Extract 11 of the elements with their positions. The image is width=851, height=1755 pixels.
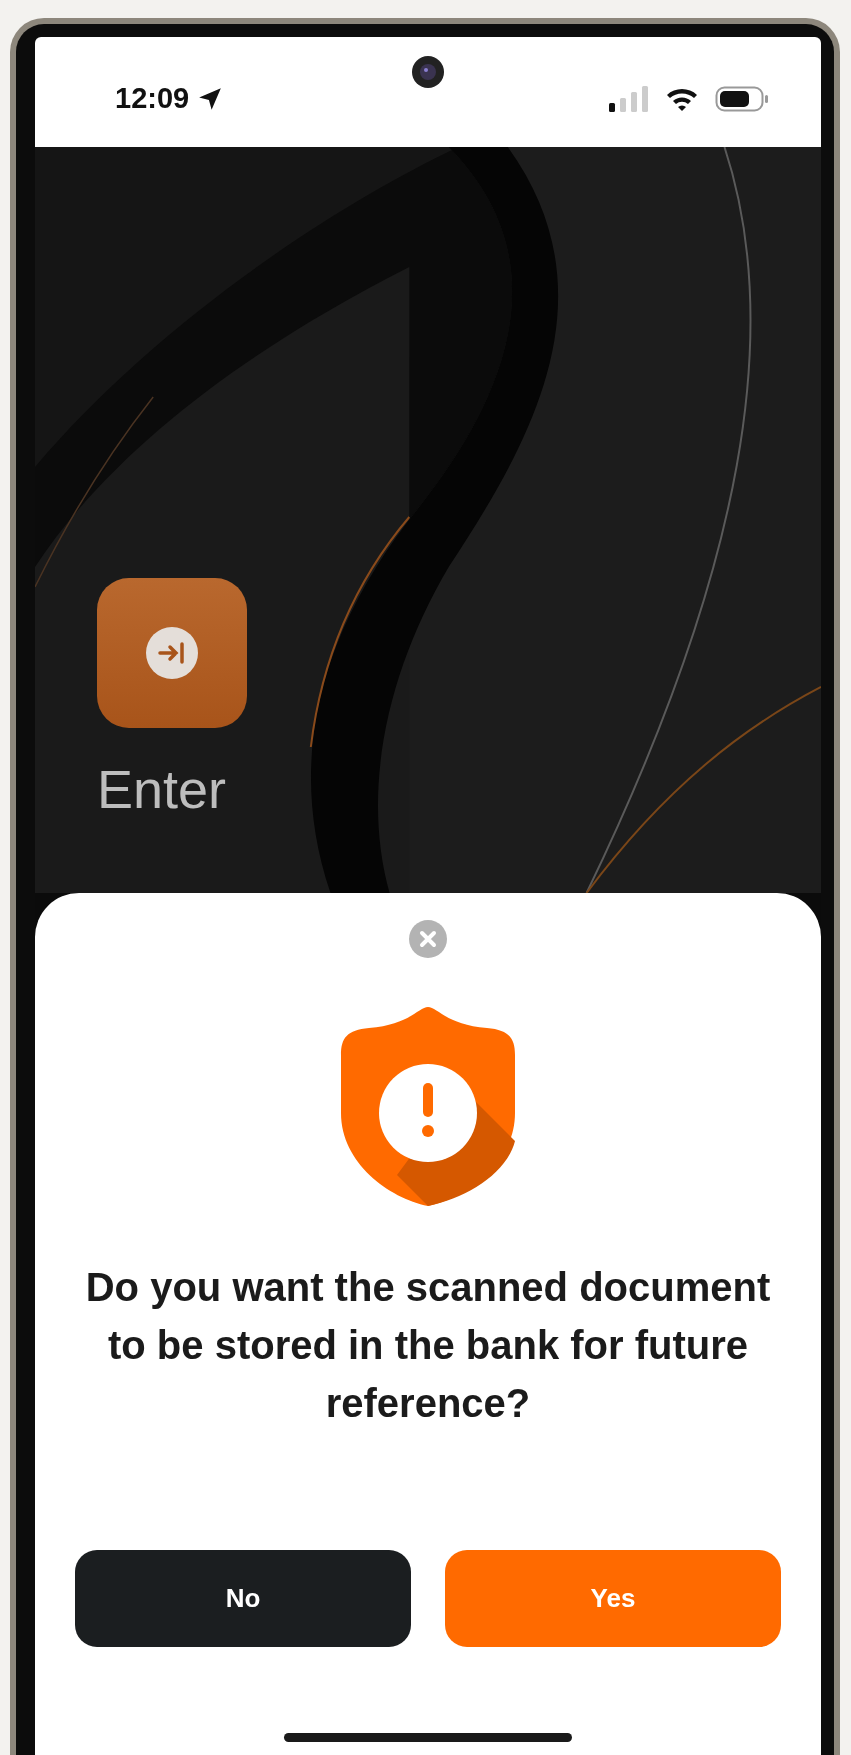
location-icon (197, 86, 224, 112)
screen-title: Enter (97, 760, 228, 820)
battery-icon (715, 86, 769, 112)
camera-icon (411, 55, 445, 89)
dialog-question: Do you want the scanned document to be stored in the bank for future reference? (84, 1264, 772, 1427)
no-button[interactable]: No (75, 1550, 411, 1647)
signal-icon (609, 86, 649, 112)
login-icon (146, 627, 198, 679)
wifi-icon (665, 86, 699, 112)
status-time: 12:09 (115, 81, 190, 117)
close-icon[interactable] (409, 920, 447, 958)
